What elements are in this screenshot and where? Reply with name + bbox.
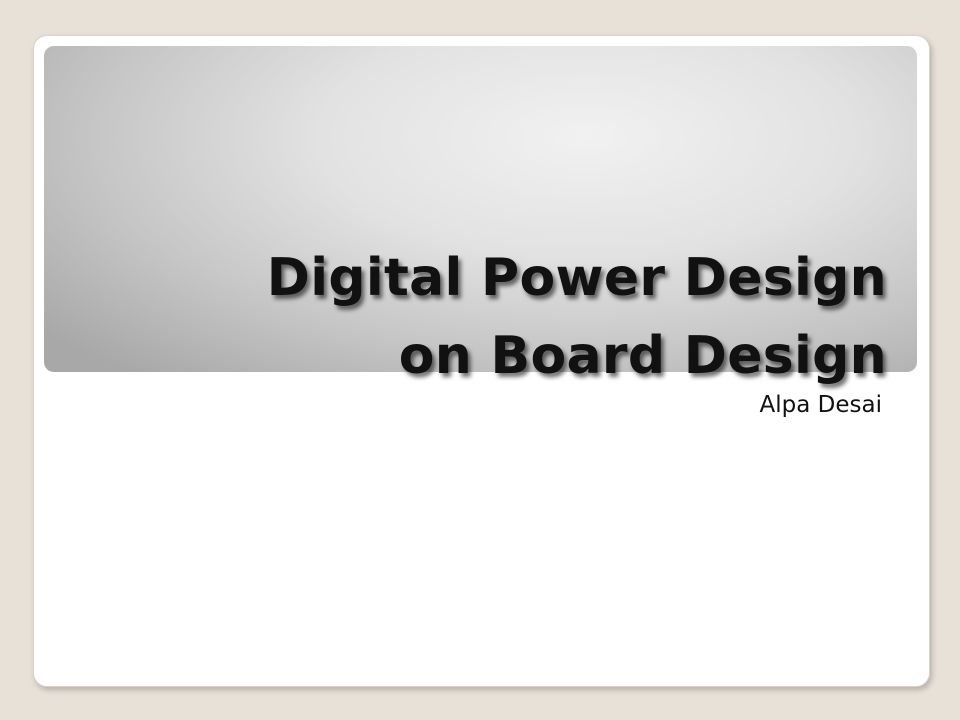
slide-subtitle: Alpa Desai: [759, 392, 882, 418]
slide-title: Digital Power Design on Board Design: [267, 239, 887, 395]
slide-title-line-2: on Board Design: [398, 326, 887, 386]
slide: Digital Power Design on Board Design Alp…: [33, 35, 930, 687]
slide-title-line-1: Digital Power Design: [266, 248, 887, 308]
